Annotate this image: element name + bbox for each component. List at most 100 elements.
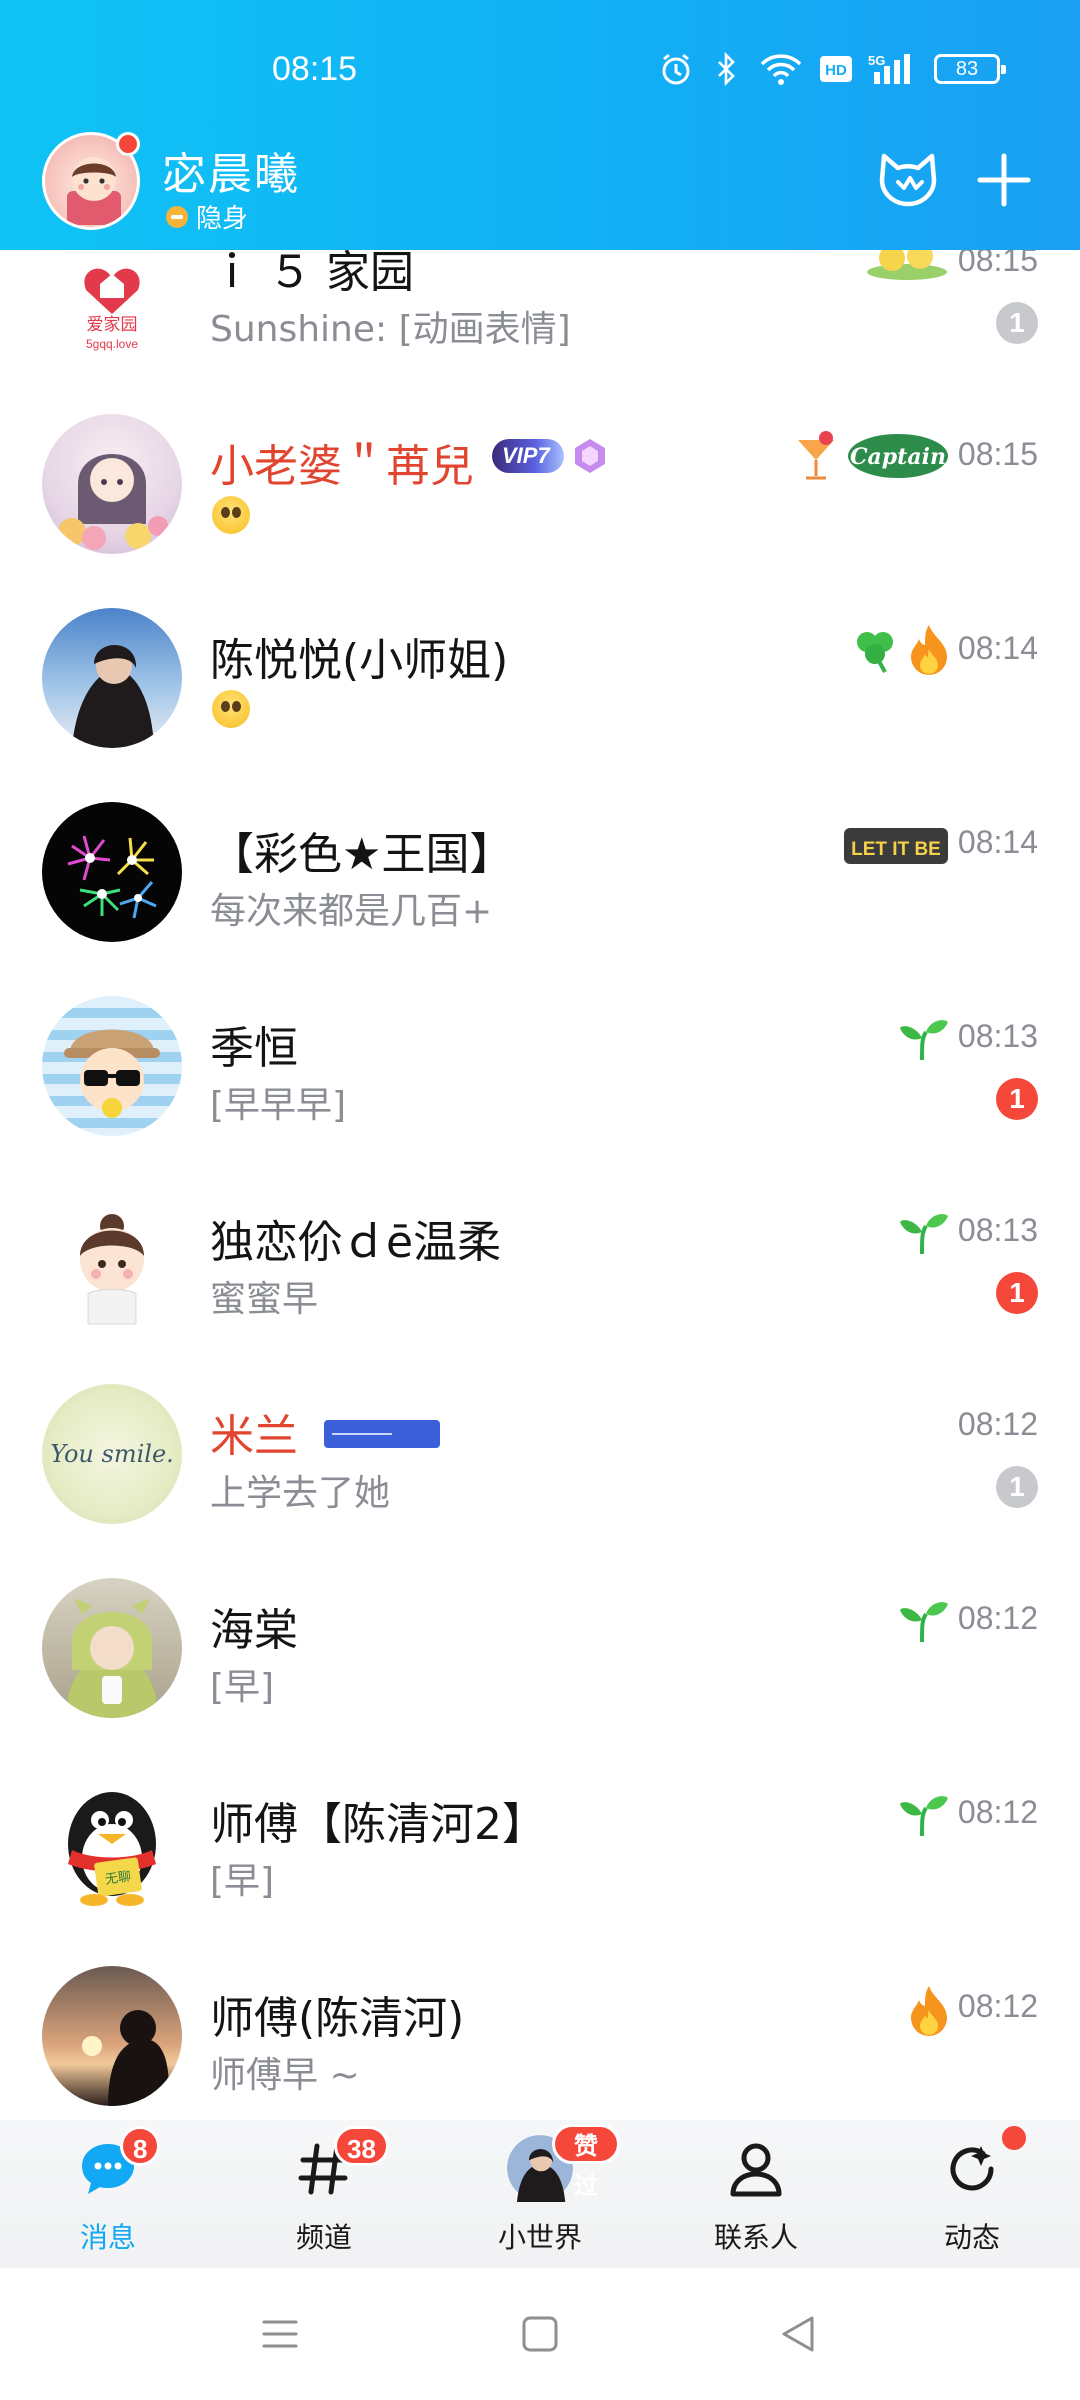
conversation-title: ｉ ５ 家园 xyxy=(210,250,414,298)
avatar xyxy=(42,802,182,942)
sprout-icon xyxy=(900,1214,948,1255)
tab-feed[interactable]: 动态 xyxy=(892,2120,1052,2268)
flame-icon xyxy=(911,625,947,675)
notification-dot xyxy=(1002,2126,1026,2150)
conversation-preview: Sunshine: [动画表情] xyxy=(210,309,571,350)
avatar xyxy=(42,996,182,1136)
conversation-title: 米兰 xyxy=(210,1411,298,1462)
system-navigation-bar xyxy=(0,2268,1080,2400)
conversation-title: 海棠 xyxy=(210,1605,298,1656)
tab-small-world[interactable]: 赞过 小世界 xyxy=(460,2120,620,2268)
cocktail-icon xyxy=(798,431,834,480)
avatar: 爱家园 5gqq.love xyxy=(42,250,182,360)
conversation-row[interactable]: 师傅(陈清河) 师傅早 ~ 08:12 xyxy=(0,1938,1080,2120)
tab-channels[interactable]: 38 频道 xyxy=(244,2120,404,2268)
unread-badge: 1 xyxy=(996,302,1038,344)
5g-signal-icon: 5G xyxy=(868,52,920,86)
unread-badge: 1 xyxy=(996,1272,1038,1314)
flame-icon xyxy=(911,1986,947,2036)
conversation-title: 陈悦悦(小师姐) xyxy=(210,635,509,686)
avatar xyxy=(42,1190,182,1330)
avatar-text: 爱家园 xyxy=(87,315,138,335)
plus-icon[interactable] xyxy=(976,152,1032,208)
chick-decoration-icon xyxy=(864,250,950,286)
conversation-row[interactable]: 【彩色★王国】 每次来都是几百+ LET IT BE 08:14 xyxy=(0,774,1080,968)
tab-label: 联系人 xyxy=(713,2221,798,2254)
battery-icon: 83 xyxy=(934,54,1006,84)
conversation-time: 08:12 xyxy=(957,1600,1038,1636)
tab-badge: 38 xyxy=(334,2126,389,2166)
conversation-row[interactable]: 无聊 师傅【陈清河2】 [早] 08:12 xyxy=(0,1744,1080,1938)
home-icon[interactable] xyxy=(518,2312,562,2356)
conversation-time: 08:13 xyxy=(957,1212,1038,1248)
conversation-row[interactable]: 季恒 [早早早] 08:13 1 xyxy=(0,968,1080,1162)
conversation-row[interactable]: 陈悦悦(小师姐) 08:14 xyxy=(0,580,1080,774)
avatar xyxy=(42,414,182,554)
conversation-row[interactable]: 独恋伱ｄē温柔 蜜蜜早 08:13 1 xyxy=(0,1162,1080,1356)
emoji-icon xyxy=(212,690,250,728)
bluetooth-icon xyxy=(708,52,744,86)
vip-badge: VIP7 xyxy=(492,439,564,473)
avatar: You smile. xyxy=(42,1384,182,1524)
hd-icon: HD xyxy=(818,52,854,86)
gem-icon xyxy=(574,439,605,473)
conversation-preview: [早早早] xyxy=(210,1085,347,1126)
tab-label: 动态 xyxy=(943,2221,1000,2254)
sprout-icon xyxy=(900,1020,948,1061)
status-icons-group xyxy=(848,622,950,678)
vip-decoration: VIP7 xyxy=(492,428,610,484)
avatar xyxy=(42,1578,182,1718)
captain-decoration: Captain xyxy=(792,428,950,484)
refresh-star-icon xyxy=(950,2146,994,2191)
conversation-title: 师傅【陈清河2】 xyxy=(210,1799,546,1850)
conversation-row[interactable]: You smile. 米兰 上学去了她 08:12 1 xyxy=(0,1356,1080,1550)
conversation-list[interactable]: 爱家园 5gqq.love ｉ ５ 家园 Sunshine: [动画表情] 08… xyxy=(0,250,1080,2120)
name-decoration-badge xyxy=(322,1406,442,1462)
emoji-icon xyxy=(212,496,250,534)
tab-label: 消息 xyxy=(79,2221,136,2254)
profile-name[interactable]: 宓晨曦 xyxy=(162,138,300,202)
conversation-title: 师傅(陈清河) xyxy=(210,1993,465,2044)
hd-label: HD xyxy=(825,62,847,79)
clover-icon xyxy=(857,632,893,673)
conversation-preview: 蜜蜜早 xyxy=(210,1279,319,1320)
conversation-title: 【彩色★王国】 xyxy=(210,829,514,880)
conversation-time: 08:12 xyxy=(957,1406,1038,1442)
conversation-time: 08:12 xyxy=(957,1794,1038,1830)
let-it-be-label: LET IT BE xyxy=(851,839,941,860)
conversation-preview: [早] xyxy=(210,1667,275,1708)
online-status[interactable]: 隐身 xyxy=(166,198,248,235)
conversation-title: 独恋伱ｄē温柔 xyxy=(210,1217,502,1268)
conversation-title: 小老婆＂苒兒 xyxy=(210,441,474,492)
unread-badge: 1 xyxy=(996,1466,1038,1508)
conversation-row[interactable]: 小老婆＂苒兒 VIP7 Captain 08:15 xyxy=(0,386,1080,580)
tab-contacts[interactable]: 联系人 xyxy=(676,2120,836,2268)
menu-icon[interactable] xyxy=(258,2312,302,2356)
let-it-be-badge: LET IT BE xyxy=(842,818,950,874)
conversation-preview: 师傅早 ~ xyxy=(210,2055,360,2096)
cat-face-icon[interactable] xyxy=(876,150,940,210)
avatar xyxy=(42,608,182,748)
avatar-subtext: 5gqq.love xyxy=(86,337,138,351)
unread-badge: 1 xyxy=(996,1078,1038,1120)
person-icon xyxy=(730,2143,782,2197)
conversation-preview: 上学去了她 xyxy=(210,1473,391,1514)
wifi-icon xyxy=(758,52,804,86)
sprout-icon xyxy=(900,1796,948,1837)
online-status-label: 隐身 xyxy=(196,204,249,234)
alarm-icon xyxy=(658,52,694,86)
tab-messages[interactable]: 8 消息 xyxy=(28,2120,188,2268)
qq-message-screen: 08:15 HD 5G 83 宓晨曦 隐身 爱家园 5gqq.love ｉ ５ … xyxy=(0,0,1080,2400)
conversation-preview: [早] xyxy=(210,1861,275,1902)
conversation-time: 08:15 xyxy=(957,436,1038,472)
tab-badge: 8 xyxy=(120,2126,161,2166)
conversation-preview: 每次来都是几百+ xyxy=(210,891,493,932)
captain-badge: Captain xyxy=(848,434,948,478)
conversation-time: 08:13 xyxy=(957,1018,1038,1054)
conversation-row[interactable]: 海棠 [早] 08:12 xyxy=(0,1550,1080,1744)
avatar xyxy=(42,1966,182,2106)
conversation-time: 08:14 xyxy=(957,630,1038,666)
conversation-row[interactable]: 爱家园 5gqq.love ｉ ５ 家园 Sunshine: [动画表情] 08… xyxy=(0,250,1080,386)
back-icon[interactable] xyxy=(776,2312,820,2356)
avatar-text: You smile. xyxy=(50,1440,174,1468)
